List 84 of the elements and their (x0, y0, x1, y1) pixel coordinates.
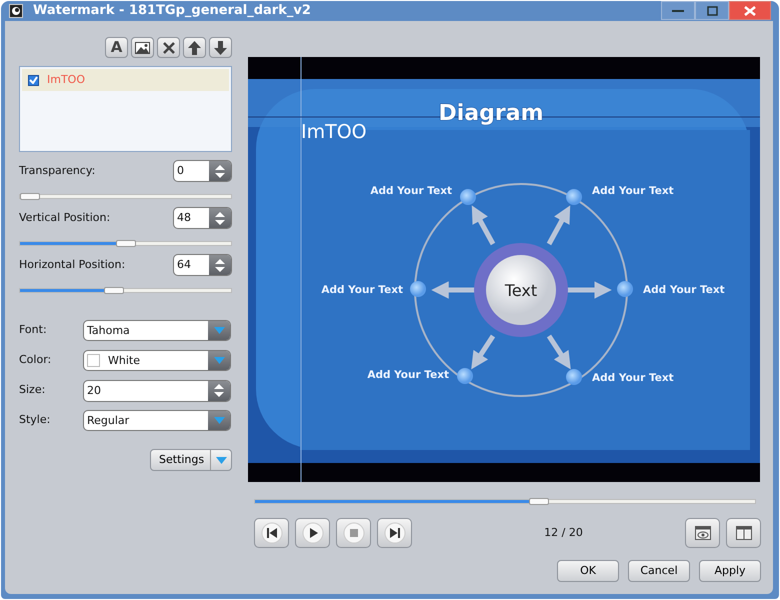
eye-icon (694, 526, 710, 540)
last-button[interactable] (377, 518, 412, 548)
up-arrow-icon (215, 258, 225, 264)
caret-icon (214, 357, 224, 364)
window-title: Watermark - 181TGp_general_dark_v2 (33, 2, 311, 20)
first-button[interactable] (254, 518, 289, 548)
play-button[interactable] (295, 518, 330, 548)
slider-label: Transparency: (19, 162, 96, 179)
stop-button[interactable] (336, 518, 371, 548)
node-dot (457, 368, 473, 384)
move-up-button[interactable] (183, 37, 206, 58)
dialog-button[interactable]: Apply (699, 560, 761, 582)
spin-field[interactable]: 64 (173, 254, 232, 276)
field-label: Color: (19, 352, 52, 368)
center-label: Text (504, 281, 538, 300)
dialog-button[interactable]: OK (557, 560, 619, 582)
text-tool-button[interactable]: A (105, 37, 128, 58)
frame-counter: 12 / 20 (543, 524, 584, 541)
node-label: Add Your Text (592, 372, 674, 384)
node-label: Add Your Text (321, 284, 403, 296)
slider-track[interactable] (19, 241, 232, 246)
minimize-button[interactable] (661, 1, 695, 20)
app-icon (9, 4, 23, 18)
up-arrow-icon (215, 212, 225, 216)
field-label: Style: (19, 412, 52, 428)
image-button[interactable] (131, 37, 154, 58)
maximize-button[interactable] (695, 1, 729, 20)
slider-track[interactable] (19, 194, 232, 199)
slider-label: Horizontal Position: (19, 256, 126, 273)
dropdown[interactable]: Tahoma (83, 320, 231, 341)
dropdown[interactable]: White (83, 350, 231, 371)
slider-thumb[interactable] (116, 240, 136, 247)
up-arrow-icon (215, 164, 225, 170)
stop-icon (342, 522, 364, 544)
split-view-icon (736, 526, 752, 540)
node-dot (410, 281, 426, 297)
move-down-button[interactable] (209, 37, 232, 58)
caret-icon (216, 456, 226, 464)
settings-button[interactable]: Settings (150, 449, 232, 471)
down-arrow-icon (215, 172, 225, 178)
slider-thumb[interactable] (20, 193, 40, 200)
close-icon (162, 42, 174, 54)
arrow-up-icon (188, 40, 201, 54)
up-arrow-icon (214, 384, 224, 389)
maximize-icon (706, 6, 718, 16)
node-dot (617, 281, 633, 297)
node-dot (566, 189, 582, 205)
node-label: Add Your Text (367, 369, 449, 381)
node-label: Add Your Text (592, 185, 674, 197)
slider-track[interactable] (19, 288, 232, 293)
slider-label: Vertical Position: (19, 210, 110, 226)
play-icon (302, 522, 324, 544)
node-label: Add Your Text (370, 185, 452, 197)
down-arrow-icon (215, 266, 225, 272)
down-arrow-icon (214, 392, 224, 397)
caret-icon (214, 417, 224, 424)
spin-field[interactable]: 20 (83, 380, 231, 402)
caret-icon (214, 327, 224, 334)
watermark-text[interactable]: ImTOO (301, 121, 367, 143)
picture-icon (135, 42, 150, 54)
spin-field[interactable]: 48 (173, 207, 232, 229)
field-label: Font: (19, 322, 48, 338)
close-button[interactable] (729, 1, 771, 20)
node-label: Add Your Text (643, 284, 725, 296)
close-icon (744, 6, 756, 16)
dialog-button[interactable]: Cancel (628, 560, 690, 582)
minimize-icon (672, 8, 684, 12)
slider-thumb[interactable] (528, 498, 549, 505)
split-view-button[interactable] (726, 518, 761, 548)
skip-back-icon (260, 522, 282, 544)
slider-thumb[interactable] (104, 287, 124, 294)
slide-title: Diagram (438, 101, 544, 126)
checkbox[interactable] (28, 74, 39, 86)
arrow-down-icon (214, 40, 227, 54)
delete-button[interactable] (157, 37, 180, 58)
field-label: Size: (19, 382, 46, 398)
seek-slider[interactable] (254, 499, 756, 504)
node-dot (460, 189, 476, 205)
dropdown[interactable]: Regular (83, 410, 231, 431)
preview-button[interactable] (685, 518, 720, 548)
down-arrow-icon (215, 220, 225, 224)
node-dot (566, 369, 582, 385)
spin-field[interactable]: 0 (173, 160, 232, 182)
skip-forward-icon (384, 522, 406, 544)
